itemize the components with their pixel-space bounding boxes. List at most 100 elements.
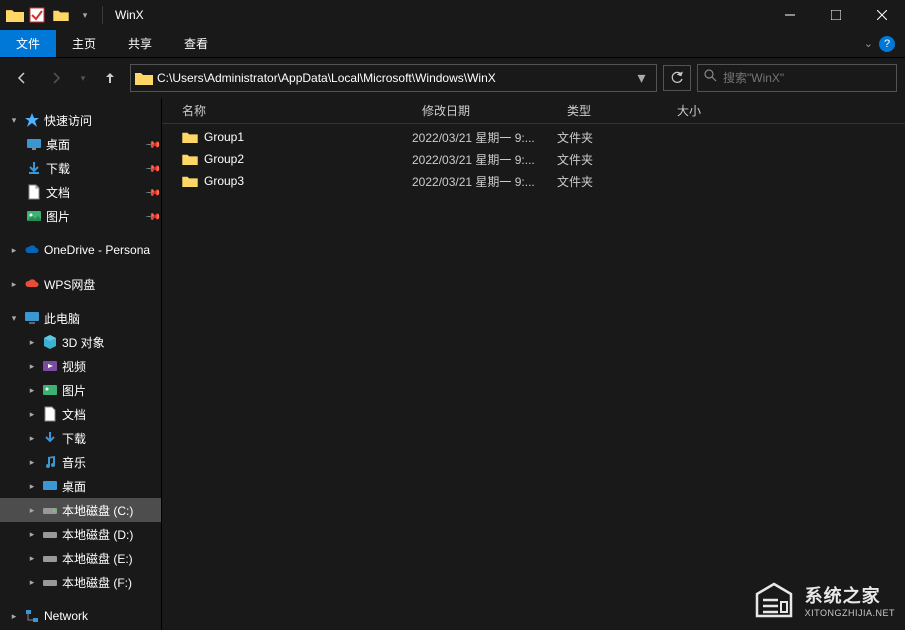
col-header-date[interactable]: 修改日期: [412, 102, 557, 119]
refresh-button[interactable]: [663, 65, 691, 91]
chevron-right-icon[interactable]: ▸: [26, 553, 38, 564]
file-list: Group12022/03/21 星期一 9:...文件夹Group22022/…: [162, 124, 905, 192]
chevron-right-icon[interactable]: ▸: [8, 245, 20, 256]
sidebar-item-drive-f[interactable]: ▸ 本地磁盘 (F:): [0, 570, 161, 594]
sidebar-item-downloads[interactable]: 下载 📌: [0, 156, 161, 180]
chevron-right-icon[interactable]: ▸: [26, 529, 38, 540]
sidebar-item-documents[interactable]: 文档 📌: [0, 180, 161, 204]
folder-icon: [182, 151, 198, 167]
pc-icon: [24, 310, 40, 326]
desktop-icon: [42, 478, 58, 494]
address-input[interactable]: [157, 71, 630, 85]
sidebar-item-label: 本地磁盘 (E:): [62, 550, 161, 567]
sidebar-item-label: 本地磁盘 (D:): [62, 526, 161, 543]
sidebar-this-pc[interactable]: ▾ 此电脑: [0, 306, 161, 330]
pin-icon: 📌: [145, 209, 160, 224]
col-header-type[interactable]: 类型: [557, 102, 667, 119]
sidebar-item-drive-e[interactable]: ▸ 本地磁盘 (E:): [0, 546, 161, 570]
sidebar-item-label: 图片: [62, 382, 161, 399]
video-icon: [42, 358, 58, 374]
chevron-right-icon[interactable]: ▸: [8, 611, 20, 622]
tab-view[interactable]: 查看: [168, 30, 224, 57]
folder-icon: [182, 173, 198, 189]
col-header-size[interactable]: 大小: [667, 102, 747, 119]
sidebar-item-pictures[interactable]: 图片 📌: [0, 204, 161, 228]
tab-file[interactable]: 文件: [0, 30, 56, 57]
desktop-icon: [26, 136, 42, 152]
sidebar-item-drive-c[interactable]: ▸ 本地磁盘 (C:): [0, 498, 161, 522]
pin-icon: 📌: [145, 137, 160, 152]
file-name: Group3: [204, 174, 244, 188]
sidebar-network[interactable]: ▸ Network: [0, 604, 161, 628]
search-input[interactable]: [723, 71, 890, 85]
cube-icon: [42, 334, 58, 350]
sidebar-wps[interactable]: ▸ WPS网盘: [0, 272, 161, 296]
cloud-icon: [24, 242, 40, 258]
sidebar-item-videos[interactable]: ▸ 视频: [0, 354, 161, 378]
address-folder-icon: [135, 71, 153, 85]
address-bar[interactable]: ▾: [130, 64, 657, 92]
sidebar-item-label: 图片: [46, 208, 143, 225]
chevron-down-icon[interactable]: ▾: [8, 115, 20, 126]
recent-dropdown-icon[interactable]: ▾: [76, 64, 90, 92]
qat-checkbox-icon[interactable]: [26, 4, 48, 26]
chevron-down-icon[interactable]: ▾: [8, 313, 20, 324]
drive-icon: [42, 550, 58, 566]
nav-row: ▾ ▾: [0, 58, 905, 98]
chevron-right-icon[interactable]: ▸: [26, 481, 38, 492]
tab-share[interactable]: 共享: [112, 30, 168, 57]
sidebar-item-label: 文档: [62, 406, 161, 423]
picture-icon: [26, 208, 42, 224]
up-button[interactable]: [96, 64, 124, 92]
sidebar-item-label: OneDrive - Persona: [44, 243, 161, 257]
help-icon[interactable]: ?: [879, 36, 895, 52]
tab-home[interactable]: 主页: [56, 30, 112, 57]
sidebar-item-label: 音乐: [62, 454, 161, 471]
content-area: 名称 修改日期 类型 大小 Group12022/03/21 星期一 9:...…: [162, 98, 905, 630]
sidebar-item-label: 下载: [62, 430, 161, 447]
qat-folder-icon[interactable]: [50, 4, 72, 26]
col-header-name[interactable]: 名称: [162, 102, 412, 119]
pin-icon: 📌: [145, 185, 160, 200]
ribbon-tabs: 文件 主页 共享 查看 ⌄ ?: [0, 30, 905, 58]
sidebar-item-label: 桌面: [62, 478, 161, 495]
back-button[interactable]: [8, 64, 36, 92]
address-dropdown-icon[interactable]: ▾: [630, 65, 652, 91]
sidebar-item-documents-pc[interactable]: ▸ 文档: [0, 402, 161, 426]
chevron-right-icon[interactable]: ▸: [26, 457, 38, 468]
chevron-right-icon[interactable]: ▸: [26, 385, 38, 396]
sidebar: ▾ 快速访问 桌面 📌 下载 📌 文档 📌 图片 📌 ▸ One: [0, 98, 162, 630]
close-button[interactable]: [859, 0, 905, 30]
qat-dropdown-icon[interactable]: ▾: [74, 4, 96, 26]
chevron-right-icon[interactable]: ▸: [26, 577, 38, 588]
minimize-button[interactable]: [767, 0, 813, 30]
sidebar-item-drive-d[interactable]: ▸ 本地磁盘 (D:): [0, 522, 161, 546]
forward-button[interactable]: [42, 64, 70, 92]
sidebar-item-music[interactable]: ▸ 音乐: [0, 450, 161, 474]
sidebar-quick-access[interactable]: ▾ 快速访问: [0, 108, 161, 132]
sidebar-item-pictures-pc[interactable]: ▸ 图片: [0, 378, 161, 402]
sidebar-onedrive[interactable]: ▸ OneDrive - Persona: [0, 238, 161, 262]
ribbon-collapse-icon[interactable]: ⌄: [864, 37, 873, 50]
file-row[interactable]: Group22022/03/21 星期一 9:...文件夹: [162, 148, 905, 170]
search-box[interactable]: [697, 64, 897, 92]
sidebar-item-desktop-pc[interactable]: ▸ 桌面: [0, 474, 161, 498]
chevron-right-icon[interactable]: ▸: [26, 337, 38, 348]
chevron-right-icon[interactable]: ▸: [26, 433, 38, 444]
sidebar-item-label: 下载: [46, 160, 143, 177]
maximize-button[interactable]: [813, 0, 859, 30]
wps-icon: [24, 276, 40, 292]
chevron-right-icon[interactable]: ▸: [26, 505, 38, 516]
app-folder-icon: [6, 8, 24, 22]
sidebar-item-3d[interactable]: ▸ 3D 对象: [0, 330, 161, 354]
chevron-right-icon[interactable]: ▸: [26, 409, 38, 420]
sidebar-item-downloads-pc[interactable]: ▸ 下载: [0, 426, 161, 450]
chevron-right-icon[interactable]: ▸: [26, 361, 38, 372]
document-icon: [26, 184, 42, 200]
star-icon: [24, 112, 40, 128]
sidebar-item-desktop[interactable]: 桌面 📌: [0, 132, 161, 156]
sidebar-item-label: 本地磁盘 (F:): [62, 574, 161, 591]
chevron-right-icon[interactable]: ▸: [8, 279, 20, 290]
file-row[interactable]: Group32022/03/21 星期一 9:...文件夹: [162, 170, 905, 192]
file-row[interactable]: Group12022/03/21 星期一 9:...文件夹: [162, 126, 905, 148]
